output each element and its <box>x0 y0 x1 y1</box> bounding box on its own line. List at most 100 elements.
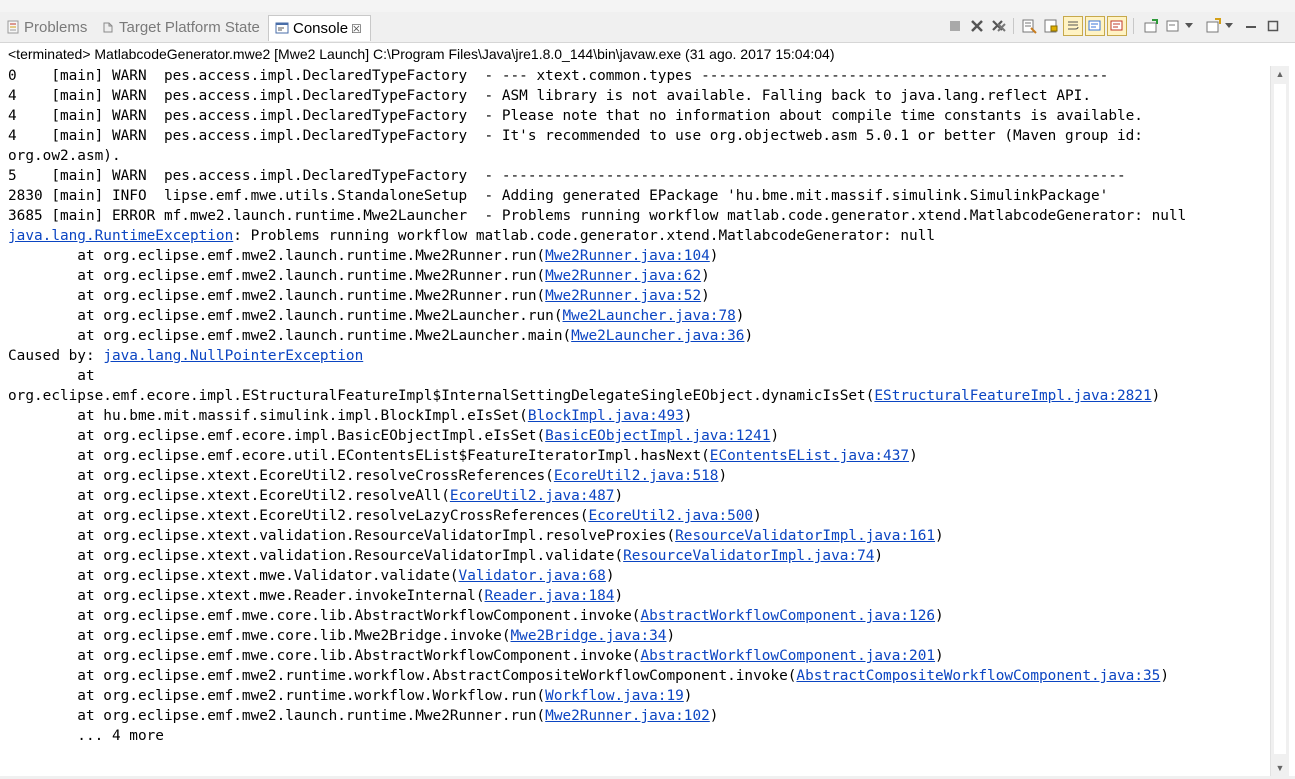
console-source-link[interactable]: ResourceValidatorImpl.java:161 <box>675 528 935 544</box>
view-tab-bar: Problems Target Platform State Console ☒ <box>0 12 1295 43</box>
console-line: at org.eclipse.emf.mwe2.runtime.workflow… <box>8 686 692 706</box>
console-line: 0 [main] WARN pes.access.impl.DeclaredTy… <box>8 66 1108 86</box>
scroll-up-arrow-icon[interactable]: ▲ <box>1271 66 1289 82</box>
console-source-link[interactable]: EcoreUtil2.java:500 <box>588 508 753 524</box>
terminate-button[interactable] <box>945 16 965 36</box>
console-source-link[interactable]: Mwe2Runner.java:102 <box>545 708 710 724</box>
console-source-link[interactable]: java.lang.NullPointerException <box>103 348 363 364</box>
console-line: java.lang.RuntimeException: Problems run… <box>8 226 935 246</box>
display-selected-console-button[interactable] <box>1163 16 1183 36</box>
console-source-link[interactable]: Mwe2Launcher.java:78 <box>563 308 736 324</box>
console-source-link[interactable]: Workflow.java:19 <box>545 688 684 704</box>
console-text: at org.eclipse.xtext.mwe.Validator.valid… <box>8 568 459 584</box>
open-console-button[interactable] <box>1203 16 1223 36</box>
show-stderr-icon <box>1110 20 1123 31</box>
show-on-stderr-button[interactable] <box>1107 16 1127 36</box>
console-source-link[interactable]: Mwe2Runner.java:104 <box>545 248 710 264</box>
console-text: ) <box>935 528 944 544</box>
minimize-icon <box>1246 26 1256 28</box>
console-source-link[interactable]: EContentsEList.java:437 <box>710 448 909 464</box>
console-source-link[interactable]: BasicEObjectImpl.java:1241 <box>545 428 770 444</box>
console-source-link[interactable]: Mwe2Runner.java:52 <box>545 288 701 304</box>
console-text: at org.eclipse.emf.mwe2.launch.runtime.M… <box>8 268 546 284</box>
console-text: 3685 [main] ERROR mf.mwe2.launch.runtime… <box>8 208 1187 224</box>
display-console-dropdown[interactable] <box>1183 16 1195 36</box>
console-text: at org.eclipse.xtext.validation.Resource… <box>8 548 624 564</box>
chevron-down-icon <box>1185 23 1193 28</box>
scroll-lock-button[interactable] <box>1041 16 1061 36</box>
console-source-link[interactable]: Mwe2Launcher.java:36 <box>571 328 744 344</box>
console-text: at org.eclipse.xtext.EcoreUtil2.resolveL… <box>8 508 589 524</box>
console-text: org.eclipse.emf.ecore.impl.EStructuralFe… <box>8 388 875 404</box>
maximize-view-button[interactable] <box>1263 16 1283 36</box>
console-text: at org.eclipse.emf.mwe2.launch.runtime.M… <box>8 308 563 324</box>
console-text: 4 [main] WARN pes.access.impl.DeclaredTy… <box>8 128 1143 144</box>
console-line: ... 4 more <box>8 726 164 746</box>
tab-console-label: Console <box>293 20 349 37</box>
vertical-scrollbar[interactable]: ▲ ▼ <box>1270 66 1289 776</box>
console-source-link[interactable]: AbstractWorkflowComponent.java:126 <box>640 608 935 624</box>
window-top-strip <box>0 0 1295 12</box>
console-text: ) <box>770 428 780 444</box>
console-text: ) <box>744 328 754 344</box>
console-text: ) <box>701 268 710 284</box>
console-text: at org.eclipse.emf.mwe.core.lib.Mwe2Brid… <box>8 628 511 644</box>
remove-all-terminated-button[interactable] <box>989 16 1009 36</box>
close-icon[interactable]: ☒ <box>351 22 362 36</box>
console-source-link[interactable]: BlockImpl.java:493 <box>528 408 684 424</box>
console-text: at org.eclipse.emf.mwe2.launch.runtime.M… <box>8 328 572 344</box>
console-text: at org.eclipse.emf.ecore.util.EContentsE… <box>8 448 710 464</box>
console-text: ) <box>666 628 676 644</box>
tab-console[interactable]: Console ☒ <box>268 15 371 41</box>
console-source-link[interactable]: ResourceValidatorImpl.java:74 <box>623 548 874 564</box>
tab-target-platform-label: Target Platform State <box>119 19 260 36</box>
scroll-down-arrow-icon[interactable]: ▼ <box>1271 760 1289 776</box>
console-source-link[interactable]: EStructuralFeatureImpl.java:2821 <box>874 388 1151 404</box>
tab-target-platform-state[interactable]: Target Platform State <box>101 15 260 40</box>
console-text: ) <box>683 688 693 704</box>
tab-problems-label: Problems <box>24 19 88 36</box>
console-line: at org.eclipse.xtext.validation.Resource… <box>8 546 883 566</box>
clear-console-button[interactable] <box>1019 16 1039 36</box>
scrollbar-thumb[interactable] <box>1274 84 1286 754</box>
minimize-view-button[interactable] <box>1241 16 1261 36</box>
console-line: at org.eclipse.emf.mwe2.launch.runtime.M… <box>8 306 744 326</box>
console-line: at <box>8 366 94 386</box>
console-text: at org.eclipse.xtext.EcoreUtil2.resolveC… <box>8 468 554 484</box>
show-on-stdout-button[interactable] <box>1085 16 1105 36</box>
console-line: at org.eclipse.emf.mwe2.launch.runtime.M… <box>8 326 753 346</box>
console-line: at org.eclipse.emf.mwe.core.lib.Mwe2Brid… <box>8 626 675 646</box>
console-text: at org.eclipse.emf.mwe2.runtime.workflow… <box>8 668 797 684</box>
console-text: ) <box>874 548 884 564</box>
console-source-link[interactable]: Reader.java:184 <box>485 588 615 604</box>
console-text: ) <box>909 448 918 464</box>
tab-problems[interactable]: Problems <box>6 15 87 40</box>
console-source-link[interactable]: AbstractWorkflowComponent.java:201 <box>640 648 935 664</box>
open-console-dropdown[interactable] <box>1223 16 1235 36</box>
console-text: ) <box>735 308 745 324</box>
console-source-link[interactable]: Validator.java:68 <box>459 568 606 584</box>
console-text: 2830 [main] INFO lipse.emf.mwe.utils.Sta… <box>8 188 1109 204</box>
console-source-link[interactable]: EcoreUtil2.java:487 <box>450 488 615 504</box>
console-text: at org.eclipse.emf.mwe2.runtime.workflow… <box>8 688 546 704</box>
pin-console-button[interactable] <box>1141 16 1161 36</box>
console-line: Caused by: java.lang.NullPointerExceptio… <box>8 346 363 366</box>
console-line: at org.eclipse.emf.mwe2.runtime.workflow… <box>8 666 1169 686</box>
console-source-link[interactable]: EcoreUtil2.java:518 <box>554 468 719 484</box>
console-source-link[interactable]: AbstractCompositeWorkflowComponent.java:… <box>796 668 1160 684</box>
console-source-link[interactable]: Mwe2Runner.java:62 <box>545 268 701 284</box>
console-text: at org.eclipse.emf.mwe2.launch.runtime.M… <box>8 288 546 304</box>
console-line: 4 [main] WARN pes.access.impl.DeclaredTy… <box>8 86 1091 106</box>
scroll-lock-icon <box>1044 19 1058 33</box>
console-line: at org.eclipse.emf.mwe.core.lib.Abstract… <box>8 646 943 666</box>
console-output[interactable]: 0 [main] WARN pes.access.impl.DeclaredTy… <box>0 66 1270 776</box>
console-text: 5 [main] WARN pes.access.impl.DeclaredTy… <box>8 168 1126 184</box>
console-source-link[interactable]: Mwe2Bridge.java:34 <box>511 628 667 644</box>
console-line: 4 [main] WARN pes.access.impl.DeclaredTy… <box>8 126 1143 146</box>
console-source-link[interactable]: java.lang.RuntimeException <box>8 228 233 244</box>
remove-launch-button[interactable] <box>967 16 987 36</box>
console-text: ) <box>701 288 710 304</box>
word-wrap-button[interactable] <box>1063 16 1083 36</box>
console-text: at org.eclipse.emf.mwe.core.lib.Abstract… <box>8 648 641 664</box>
console-line: at hu.bme.mit.massif.simulink.impl.Block… <box>8 406 692 426</box>
